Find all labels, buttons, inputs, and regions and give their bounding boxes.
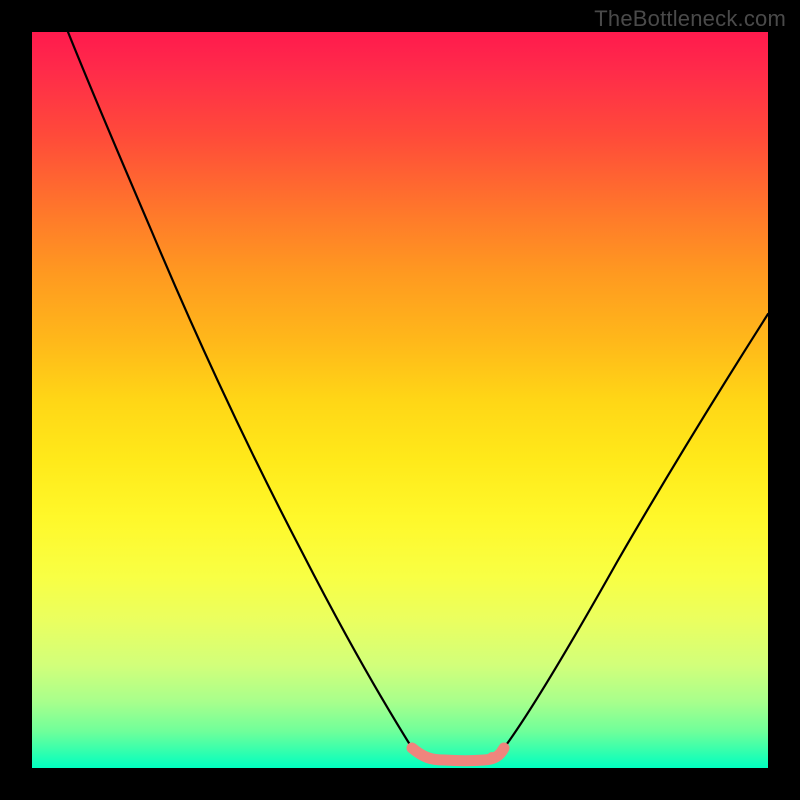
- watermark-text: TheBottleneck.com: [594, 6, 786, 32]
- plot-area: [32, 32, 768, 768]
- plot-svg: [32, 32, 768, 768]
- chart-frame: TheBottleneck.com: [0, 0, 800, 800]
- curve-left-branch: [68, 32, 412, 748]
- curve-right-branch: [504, 314, 768, 748]
